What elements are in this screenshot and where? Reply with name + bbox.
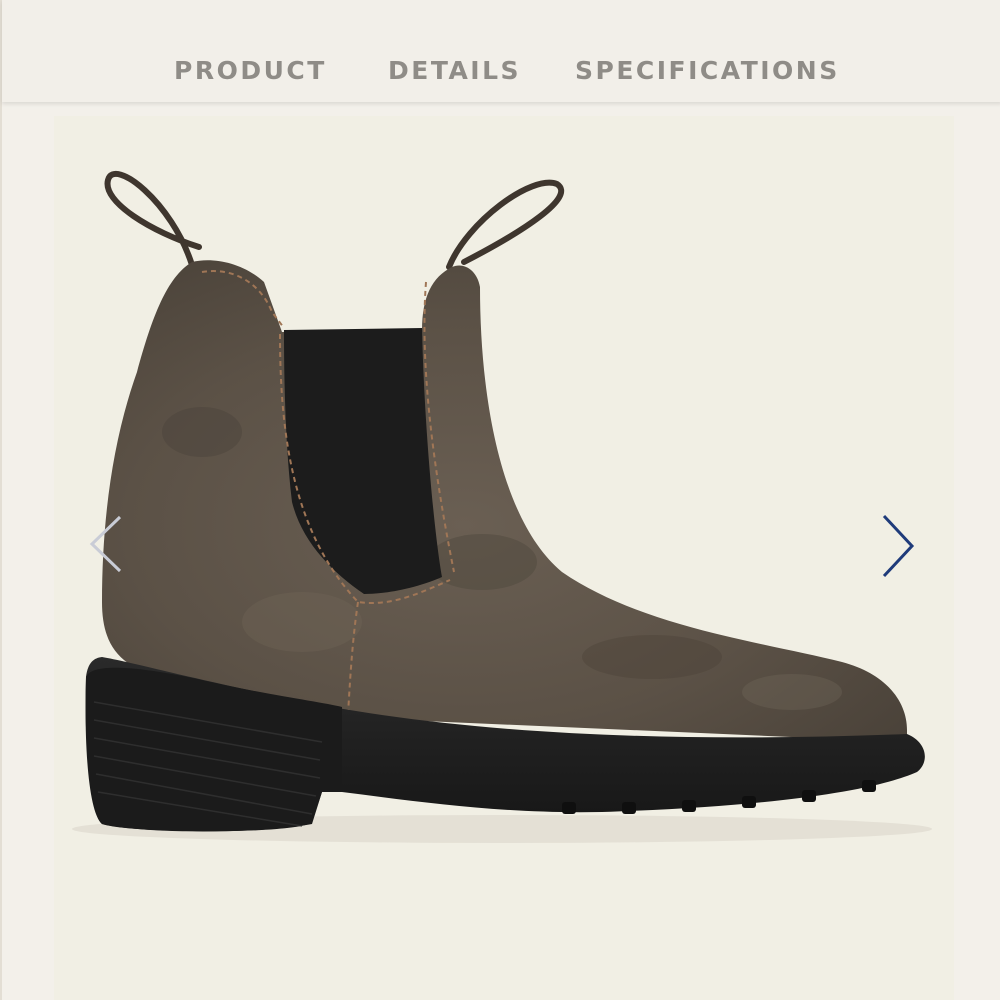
product-page: PRODUCT DETAILS SPECIFICATIONS: [0, 0, 1000, 1000]
tab-specifications[interactable]: SPECIFICATIONS: [575, 56, 840, 85]
previous-image-button[interactable]: [74, 499, 134, 589]
product-image: [72, 171, 932, 843]
tab-product[interactable]: PRODUCT: [174, 56, 327, 85]
product-image-gallery: [2, 102, 1000, 1000]
next-image-button[interactable]: [868, 502, 928, 592]
front-pull-tab: [446, 179, 565, 270]
back-pull-tab: [104, 171, 202, 268]
section-tab-bar: PRODUCT DETAILS SPECIFICATIONS: [2, 0, 1000, 102]
tab-details[interactable]: DETAILS: [388, 56, 521, 85]
chevron-left-icon: [89, 515, 122, 573]
chevron-right-icon: [882, 514, 915, 578]
boot-upper: [102, 260, 907, 742]
